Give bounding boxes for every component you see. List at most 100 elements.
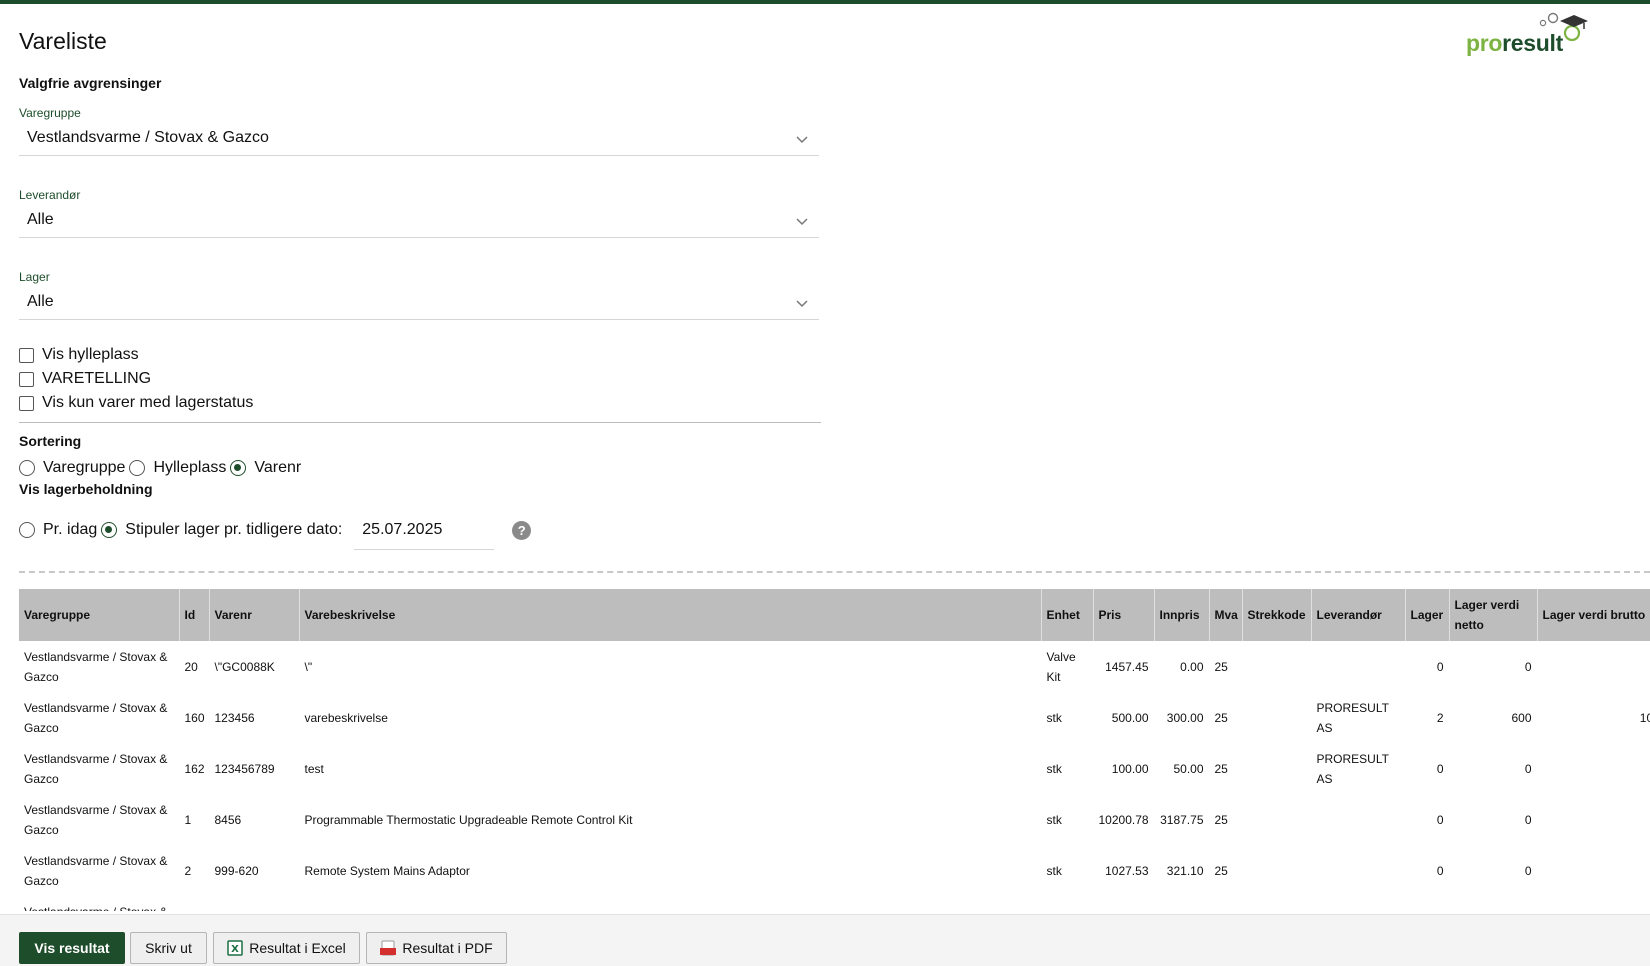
cell-enhet: stk bbox=[1041, 794, 1094, 845]
cell-innpris: 321.10 bbox=[1154, 845, 1210, 896]
stock-radio-group: Pr. idag Stipuler lager pr. tidligere da… bbox=[19, 508, 532, 552]
help-icon[interactable]: ? bbox=[512, 520, 532, 540]
cell-lager bbox=[1405, 896, 1450, 911]
sort-varenr-option[interactable]: Varenr bbox=[230, 459, 301, 477]
cell-varegruppe: Vestlandsvarme / Stovax & Gazco bbox=[19, 692, 180, 743]
stock-date-input[interactable] bbox=[354, 510, 495, 550]
cell-lager-verdi-netto: 600 bbox=[1449, 692, 1538, 743]
sort-varenr-label: Varenr bbox=[254, 459, 302, 476]
table-header-row: Varegruppe Id Varenr Varebeskrivelse Enhet Pr… bbox=[19, 589, 1650, 641]
vis-kun-lagerstatus-checkbox[interactable]: Vis kun varer med lagerstatus bbox=[19, 392, 253, 414]
varegruppe-select[interactable]: Vestlandsvarme / Stovax & Gazco bbox=[19, 120, 819, 156]
cell-lager-verdi-brutto: 1000 bbox=[1537, 692, 1650, 743]
cell-enhet: stk bbox=[1041, 743, 1094, 794]
cell-mva: 25 bbox=[1209, 743, 1243, 794]
cell-strekkode bbox=[1242, 743, 1312, 794]
leverandor-value: Alle bbox=[27, 210, 54, 228]
results-table-container[interactable]: Varegruppe Id Varenr Varebeskrivelse Enhet Pr… bbox=[19, 589, 1650, 911]
checkbox-box[interactable] bbox=[19, 371, 34, 387]
cell-innpris: 50.00 bbox=[1154, 743, 1210, 794]
cell-id bbox=[179, 896, 210, 911]
leverandor-label: Leverandør bbox=[19, 188, 81, 202]
sorting-heading: Sortering bbox=[19, 433, 82, 449]
column-header-lager-verdi-brutto: Lager verdi brutto bbox=[1537, 589, 1650, 641]
cell-lager-verdi-brutto: 0 bbox=[1537, 794, 1650, 845]
vis-resultat-button[interactable]: Vis resultat bbox=[19, 932, 125, 964]
cell-mva: 25 bbox=[1209, 641, 1243, 692]
cell-varegruppe: Vestlandsvarme / Stovax & Gazco bbox=[19, 896, 180, 911]
column-header-varenr: Varenr bbox=[209, 589, 300, 641]
cell-innpris: 300.00 bbox=[1154, 692, 1210, 743]
proresult-logo: proresult bbox=[1466, 12, 1606, 62]
cell-leverandor bbox=[1311, 845, 1406, 896]
column-header-lager: Lager bbox=[1405, 589, 1450, 641]
sort-varegruppe-option[interactable]: Varegruppe bbox=[19, 459, 125, 477]
lager-value: Alle bbox=[27, 292, 54, 310]
radio-button[interactable] bbox=[129, 460, 146, 476]
radio-button-selected[interactable] bbox=[230, 460, 247, 476]
cell-lager-verdi-brutto: 0 bbox=[1537, 743, 1650, 794]
top-accent-bar bbox=[0, 0, 1650, 4]
vis-hylleplass-checkbox[interactable]: Vis hylleplass bbox=[19, 344, 139, 366]
cell-varebeskrivelse: Remote System Mains Adaptor bbox=[299, 845, 1042, 896]
cell-varebeskrivelse: Programmable Thermostatic Upgradeable Re… bbox=[299, 794, 1042, 845]
stock-earlier-date-option[interactable]: Stipuler lager pr. tidligere dato: bbox=[101, 521, 342, 539]
page-title: Vareliste bbox=[19, 28, 107, 54]
leverandor-select[interactable]: Alle bbox=[19, 202, 819, 238]
footer-toolbar: Vis resultat Skriv ut X Resultat i Excel… bbox=[0, 914, 1650, 966]
cell-mva: 25 bbox=[1209, 692, 1243, 743]
excel-export-label: Resultat i Excel bbox=[249, 940, 346, 956]
excel-icon: X bbox=[227, 940, 243, 956]
lager-select[interactable]: Alle bbox=[19, 284, 819, 320]
chevron-down-icon bbox=[796, 300, 808, 308]
cell-innpris bbox=[1154, 896, 1210, 911]
cell-lager: 0 bbox=[1405, 743, 1450, 794]
cell-varegruppe: Vestlandsvarme / Stovax & Gazco bbox=[19, 845, 180, 896]
radio-button-selected[interactable] bbox=[101, 522, 118, 538]
cell-varenr: 123456 bbox=[209, 692, 300, 743]
cell-lager-verdi-brutto bbox=[1537, 896, 1650, 911]
stock-pr-idag-label: Pr. idag bbox=[43, 521, 98, 538]
cell-innpris: 3187.75 bbox=[1154, 794, 1210, 845]
cell-id: 1 bbox=[179, 794, 210, 845]
radio-button[interactable] bbox=[19, 460, 35, 476]
cell-strekkode bbox=[1242, 896, 1312, 911]
column-header-lager-verdi-netto: Lager verdi netto bbox=[1449, 589, 1538, 641]
table-row: Vestlandsvarme / Stovax & Gazco 20 \"GC008… bbox=[19, 641, 1650, 692]
cell-lager: 2 bbox=[1405, 692, 1450, 743]
chevron-down-icon bbox=[796, 218, 808, 226]
checkbox-box[interactable] bbox=[19, 395, 34, 411]
checkbox-box[interactable] bbox=[19, 347, 34, 363]
sort-hylleplass-option[interactable]: Hylleplass bbox=[129, 459, 226, 477]
cell-leverandor bbox=[1311, 641, 1406, 692]
vis-hylleplass-label: Vis hylleplass bbox=[42, 346, 139, 363]
cell-varegruppe: Vestlandsvarme / Stovax & Gazco bbox=[19, 794, 180, 845]
skriv-ut-button[interactable]: Skriv ut bbox=[130, 932, 207, 964]
stock-earlier-date-label: Stipuler lager pr. tidligere dato: bbox=[125, 521, 343, 538]
sorting-radio-group: Varegruppe Hylleplass Varenr bbox=[19, 456, 305, 480]
cell-varegruppe: Vestlandsvarme / Stovax & Gazco bbox=[19, 641, 180, 692]
cell-id: 2 bbox=[179, 845, 210, 896]
cell-enhet: Valve Kit bbox=[1041, 641, 1094, 692]
table-row: Vestlandsvarme / Stovax & Gazco 160 123456… bbox=[19, 692, 1650, 743]
cell-id: 160 bbox=[179, 692, 210, 743]
table-row: Vestlandsvarme / Stovax & Gazco 1 8456 Prog… bbox=[19, 794, 1650, 845]
table-row: Vestlandsvarme / Stovax & Gazco 162 123456… bbox=[19, 743, 1650, 794]
cell-varenr bbox=[209, 896, 300, 911]
cell-lager-verdi-netto bbox=[1449, 896, 1538, 911]
cell-strekkode bbox=[1242, 641, 1312, 692]
sort-varegruppe-label: Varegruppe bbox=[43, 459, 126, 476]
cell-varebeskrivelse bbox=[299, 896, 1042, 911]
cell-leverandor bbox=[1311, 794, 1406, 845]
varegruppe-value: Vestlandsvarme / Stovax & Gazco bbox=[27, 128, 269, 146]
cell-varebeskrivelse: \" bbox=[299, 641, 1042, 692]
pdf-export-button[interactable]: Resultat i PDF bbox=[366, 932, 507, 964]
varetelling-checkbox[interactable]: VARETELLING bbox=[19, 368, 151, 390]
cell-lager-verdi-brutto: 0 bbox=[1537, 845, 1650, 896]
radio-button[interactable] bbox=[19, 522, 35, 538]
stock-pr-idag-option[interactable]: Pr. idag bbox=[19, 521, 97, 539]
excel-export-button[interactable]: X Resultat i Excel bbox=[213, 932, 360, 964]
pdf-export-label: Resultat i PDF bbox=[402, 940, 493, 956]
filters-heading: Valgfrie avgrensinger bbox=[19, 75, 162, 91]
cell-enhet bbox=[1041, 896, 1094, 911]
